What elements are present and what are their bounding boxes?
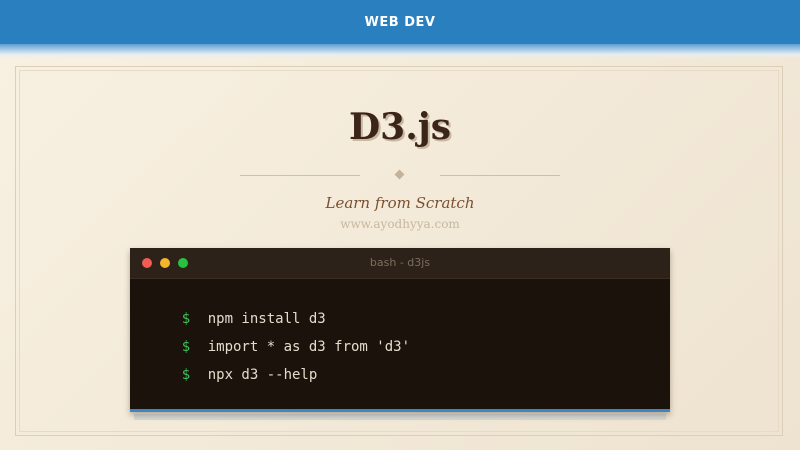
prompt-symbol: $ (181, 367, 191, 383)
site-url: www.ayodhyya.com (340, 217, 460, 231)
terminal-line: $ import * as d3 from 'd3' (148, 320, 410, 355)
top-banner: WEB DEV (0, 0, 800, 44)
command-text: npx d3 --help (207, 367, 318, 383)
terminal-title: bash - d3js (369, 256, 431, 269)
banner-fade (0, 44, 800, 58)
subtitle: Learn from Scratch (325, 194, 475, 212)
divider-left (240, 175, 360, 176)
terminal-line: $ npm install d3 (148, 292, 326, 327)
page-title: D3.js (348, 106, 452, 148)
terminal-line: $ npx d3 --help (148, 348, 318, 383)
terminal-window: bash - d3js $ npm install d3 $ import * as… (130, 248, 670, 412)
terminal-titlebar: bash - d3js (130, 248, 670, 279)
banner-label: WEB DEV (364, 14, 436, 30)
terminal-shadow (134, 414, 666, 420)
terminal-accent-bar (130, 409, 670, 412)
divider-right (440, 175, 560, 176)
